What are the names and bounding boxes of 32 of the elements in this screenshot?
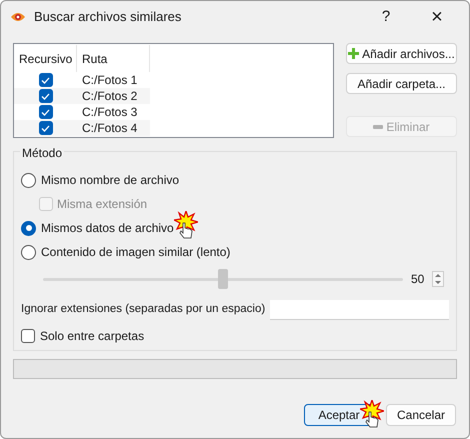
radio-button[interactable] (21, 172, 36, 188)
table-cell-text: C:/Fotos 2 (81, 88, 138, 105)
checkbox[interactable] (38, 105, 52, 119)
slider-thumb[interactable] (218, 269, 228, 289)
cancel-button[interactable]: Cancelar (386, 404, 456, 426)
plus-icon (348, 48, 360, 59)
checkbox-label[interactable]: Solo entre carpetas (40, 327, 144, 345)
extensions-field[interactable] (270, 300, 449, 320)
table-cell-text: C:/Fotos 4 (81, 120, 138, 137)
add-files-button[interactable]: Añadir archivos... (346, 43, 457, 64)
table-cell-text: C:/Fotos 3 (81, 104, 138, 121)
minus-icon (373, 124, 384, 128)
help-button[interactable]: ? (366, 6, 406, 28)
field-label: Ignorar extensiones (separadas por un espacio) (21, 302, 266, 318)
radio-button[interactable] (21, 244, 36, 260)
radio-label[interactable]: Mismos datos de archivo (41, 219, 174, 237)
slider[interactable] (43, 269, 403, 289)
spinner-icon[interactable] (432, 271, 444, 287)
add-folder-button[interactable]: Añadir carpeta... (346, 73, 457, 94)
column-header[interactable]: Ruta (77, 45, 150, 72)
checkbox[interactable] (38, 73, 52, 87)
slider-value: 50 (411, 271, 424, 288)
close-button[interactable]: × (414, 7, 460, 27)
checkbox[interactable] (21, 329, 35, 343)
radio-button[interactable] (21, 220, 36, 236)
radio-label[interactable]: Contenido de imagen similar (lento) (41, 243, 230, 261)
table-cell-text: C:/Fotos 1 (81, 72, 138, 89)
radio-label[interactable]: Mismo nombre de archivo (41, 171, 180, 189)
checkbox[interactable] (38, 89, 52, 103)
window-title: Buscar archivos similares (34, 8, 182, 26)
column-header[interactable]: Recursivo (14, 45, 77, 72)
checkbox[interactable] (38, 121, 52, 135)
